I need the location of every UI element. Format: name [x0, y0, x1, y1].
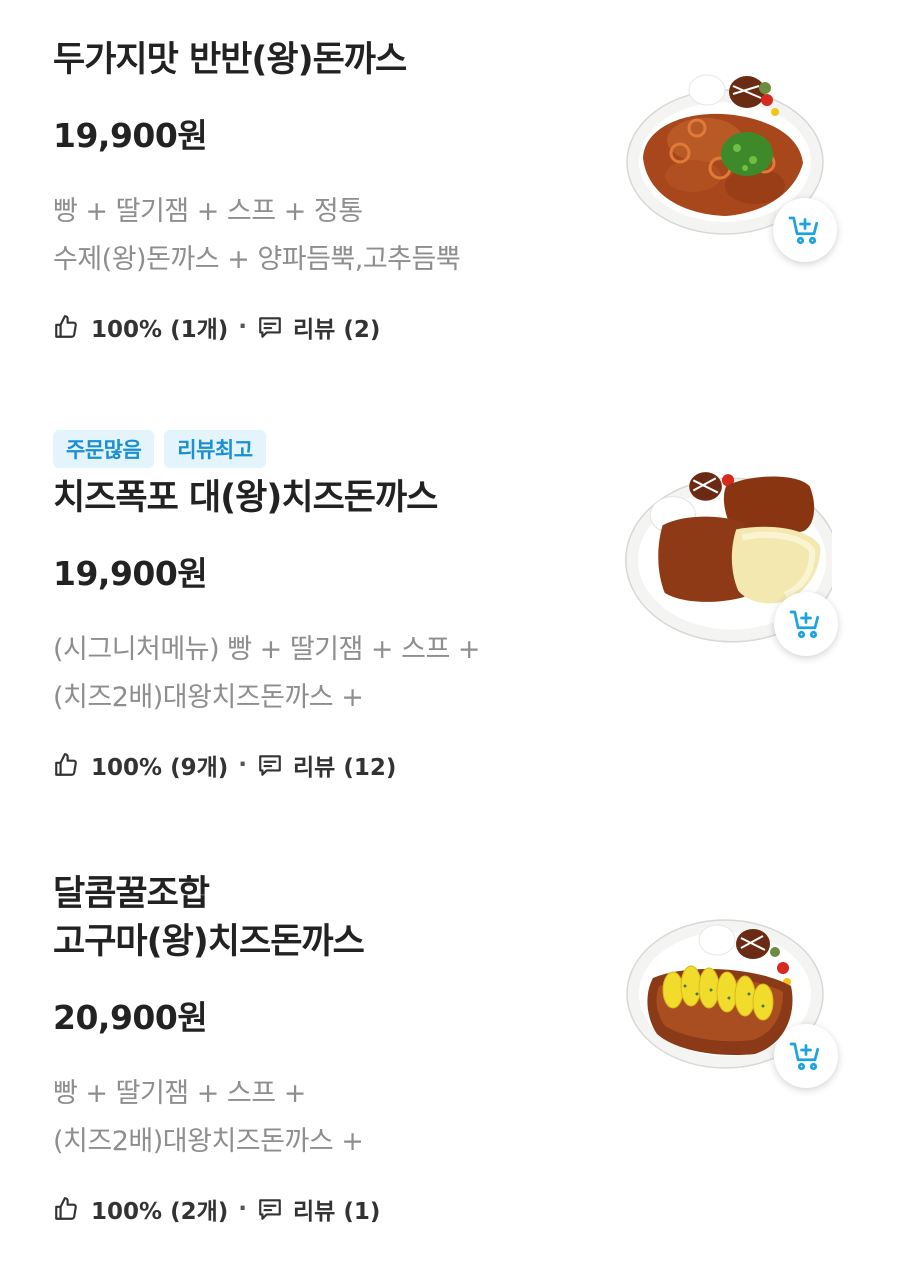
menu-item-title: 달콤꿀조합 고구마(왕)치즈돈까스: [53, 870, 593, 966]
menu-item[interactable]: 달콤꿀조합 고구마(왕)치즈돈까스 20,900원 빵 + 딸기잼 + 스프 +…: [0, 830, 900, 1277]
menu-item-description: (시그니처메뉴) 빵 + 딸기잼 + 스프 + (치즈2배)대왕치즈돈까스 +: [53, 626, 573, 722]
menu-item-description: 빵 + 딸기잼 + 스프 + 정통 수제(왕)돈까스 + 양파듬뿍,고추듬뿍: [53, 188, 573, 284]
add-to-cart-button[interactable]: [773, 198, 837, 262]
menu-item-info: 주문많음 리뷰최고 치즈폭포 대(왕)치즈돈까스 19,900원 (시그니처메뉴…: [53, 430, 593, 782]
menu-item-description-line: 빵 + 딸기잼 + 스프 + 정통: [53, 196, 363, 227]
badge-group: 주문많음 리뷰최고: [53, 430, 593, 468]
cart-add-icon: [788, 216, 819, 245]
add-to-cart-button[interactable]: [774, 592, 838, 656]
review-count[interactable]: 리뷰 (12): [293, 748, 396, 782]
badge-best-review: 리뷰최고: [164, 430, 266, 468]
cart-add-icon: [789, 610, 820, 639]
review-count[interactable]: 리뷰 (2): [293, 310, 380, 344]
menu-item-price: 20,900원: [53, 998, 208, 1037]
menu-item-title: 치즈폭포 대(왕)치즈돈까스: [53, 474, 593, 522]
menu-list: 두가지맛 반반(왕)돈까스 19,900원 빵 + 딸기잼 + 스프 + 정통 …: [0, 0, 900, 1277]
menu-item[interactable]: 두가지맛 반반(왕)돈까스 19,900원 빵 + 딸기잼 + 스프 + 정통 …: [0, 0, 900, 400]
thumbs-up-icon: [55, 315, 77, 338]
separator-dot: ·: [238, 314, 247, 340]
comment-icon: [259, 755, 281, 776]
menu-item-description-line: 빵 + 딸기잼 + 스프 +: [53, 1078, 306, 1109]
menu-item-title-line: 고구마(왕)치즈돈까스: [53, 922, 365, 962]
like-rate: 100% (2개): [91, 1199, 229, 1225]
menu-item-stats: 100% (2개) · 리뷰 (1): [53, 1192, 593, 1226]
menu-item-description-line: (시그니처메뉴) 빵 + 딸기잼 + 스프 +: [53, 634, 481, 665]
menu-item-title-line: 치즈폭포 대(왕)치즈돈까스: [53, 478, 438, 518]
separator-dot: ·: [238, 1196, 247, 1222]
comment-icon: [259, 1199, 281, 1220]
like-rate: 100% (1개): [91, 317, 229, 343]
menu-item[interactable]: 주문많음 리뷰최고 치즈폭포 대(왕)치즈돈까스 19,900원 (시그니처메뉴…: [0, 400, 900, 830]
menu-item-info: 달콤꿀조합 고구마(왕)치즈돈까스 20,900원 빵 + 딸기잼 + 스프 +…: [53, 870, 593, 1226]
menu-item-price: 19,900원: [53, 554, 208, 593]
menu-item-title: 두가지맛 반반(왕)돈까스: [53, 36, 593, 84]
badge-popular-order: 주문많음: [53, 430, 155, 468]
menu-item-title-line: 달콤꿀조합: [53, 874, 210, 914]
menu-item-stats: 100% (9개) · 리뷰 (12): [53, 748, 593, 782]
menu-item-description-line: 수제(왕)돈까스 + 양파듬뿍,고추듬뿍: [53, 244, 461, 275]
menu-item-stats: 100% (1개) · 리뷰 (2): [53, 310, 593, 344]
like-rate: 100% (9개): [91, 755, 229, 781]
menu-item-description-line: (치즈2배)대왕치즈돈까스 +: [53, 1126, 364, 1157]
add-to-cart-button[interactable]: [774, 1024, 838, 1088]
thumbs-up-icon: [55, 753, 77, 776]
menu-item-info: 두가지맛 반반(왕)돈까스 19,900원 빵 + 딸기잼 + 스프 + 정통 …: [53, 36, 593, 344]
menu-item-title-line: 두가지맛 반반(왕)돈까스: [53, 40, 407, 80]
menu-item-description-line: (치즈2배)대왕치즈돈까스 +: [53, 682, 364, 713]
comment-icon: [259, 317, 281, 338]
separator-dot: ·: [238, 752, 247, 778]
review-count[interactable]: 리뷰 (1): [293, 1192, 380, 1226]
menu-item-description: 빵 + 딸기잼 + 스프 + (치즈2배)대왕치즈돈까스 +: [53, 1070, 573, 1166]
menu-item-price: 19,900원: [53, 116, 208, 155]
cart-add-icon: [789, 1042, 820, 1071]
thumbs-up-icon: [55, 1197, 77, 1220]
